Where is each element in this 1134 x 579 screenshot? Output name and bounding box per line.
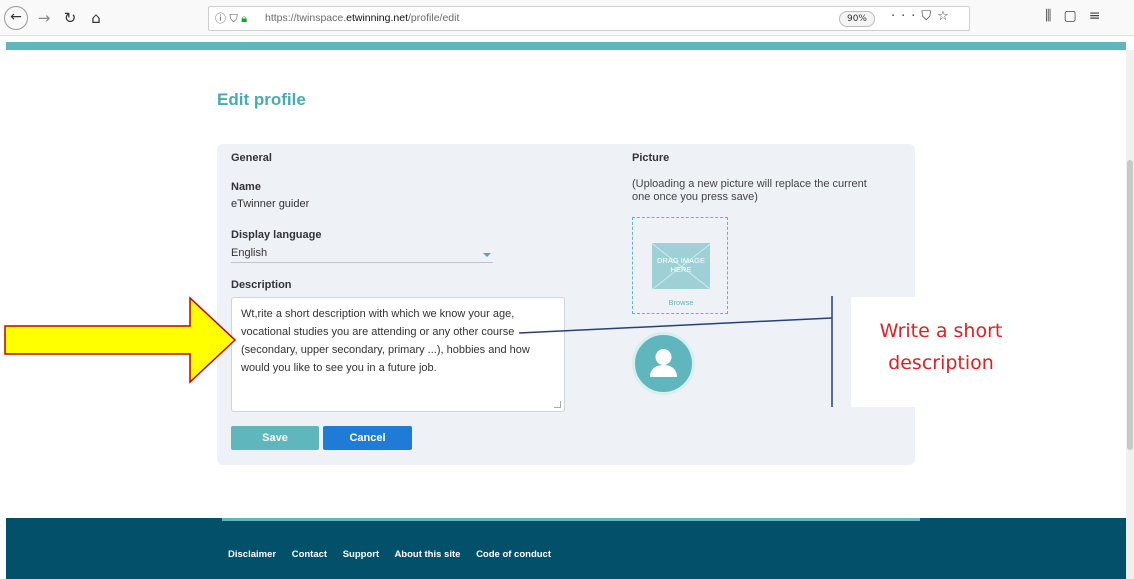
toolbar-right-tools: ⫼▢≡: [1045, 8, 1112, 24]
browse-link[interactable]: Browse: [633, 298, 729, 307]
page-actions: ···⛉☆: [891, 9, 955, 24]
page-title: Edit profile: [217, 90, 306, 109]
save-button[interactable]: Save: [231, 426, 319, 450]
name-label: Name: [231, 181, 261, 193]
url-prefix: https://twinspace.: [265, 12, 347, 24]
forward-arrow-icon[interactable]: →: [32, 6, 56, 30]
footer-link-code-of-conduct[interactable]: Code of conduct: [476, 549, 551, 560]
yellow-arrow-annotation: [4, 296, 237, 384]
description-text: Wt,rite a short description with which w…: [241, 308, 533, 374]
footer-link-about[interactable]: About this site: [394, 549, 460, 560]
pocket-icon[interactable]: ⛉: [921, 9, 937, 24]
scrollbar-thumb[interactable]: [1127, 160, 1133, 450]
footer-links: Disclaimer Contact Support About this si…: [228, 549, 564, 560]
resize-handle-icon[interactable]: [554, 401, 561, 408]
zoom-level-badge[interactable]: 90%: [839, 11, 875, 27]
user-silhouette-icon: [650, 349, 677, 377]
annotation-callout: Write a short description: [851, 297, 1031, 407]
avatar: [632, 332, 695, 395]
picture-heading: Picture: [632, 152, 670, 164]
picture-hint: (Uploading a new picture will replace th…: [632, 178, 867, 203]
lock-icon: 🔒︎: [241, 12, 248, 25]
display-language-select[interactable]: English: [231, 247, 493, 263]
header-strip: [6, 42, 1126, 50]
footer-link-support[interactable]: Support: [343, 549, 379, 560]
browser-toolbar: ← → ↻ ⌂ ⓘ ⛉ 🔒︎ https://twinspace.etwinni…: [0, 0, 1134, 36]
address-bar[interactable]: ⓘ ⛉ 🔒︎ https://twinspace.etwinning.net/p…: [208, 6, 970, 31]
url-domain: etwinning.net: [346, 12, 409, 24]
description-label: Description: [231, 279, 292, 291]
info-icon[interactable]: ⓘ: [215, 12, 226, 25]
sidebar-icon[interactable]: ▢: [1063, 8, 1088, 24]
footer-rule: [222, 518, 920, 521]
url-path: /profile/edit: [408, 12, 460, 24]
chevron-down-icon: [483, 253, 491, 257]
more-actions-icon[interactable]: ···: [891, 9, 921, 24]
back-arrow-icon[interactable]: ←: [4, 6, 28, 30]
home-icon[interactable]: ⌂: [84, 6, 108, 30]
library-icon[interactable]: ⫼: [1045, 8, 1063, 24]
footer-link-disclaimer[interactable]: Disclaimer: [228, 549, 276, 560]
display-language-value: English: [231, 247, 268, 259]
site-info-icons[interactable]: ⓘ ⛉ 🔒︎: [215, 10, 247, 26]
footer: Disclaimer Contact Support About this si…: [6, 518, 1126, 579]
image-dropzone[interactable]: DRAG IMAGE HERE Browse: [632, 217, 728, 314]
footer-link-contact[interactable]: Contact: [292, 549, 327, 560]
bookmark-star-icon[interactable]: ☆: [937, 9, 955, 24]
description-textarea[interactable]: Wt,rite a short description with which w…: [231, 297, 565, 412]
hamburger-menu-icon[interactable]: ≡: [1089, 8, 1113, 24]
drop-text: DRAG IMAGE HERE: [657, 256, 705, 274]
name-value: eTwinner guider: [231, 198, 310, 210]
general-heading: General: [231, 152, 272, 164]
display-language-label: Display language: [231, 229, 322, 241]
url-text[interactable]: https://twinspace.etwinning.net/profile/…: [265, 12, 459, 24]
reload-icon[interactable]: ↻: [58, 6, 82, 30]
tracking-shield-icon[interactable]: ⛉: [230, 12, 238, 25]
callout-text: Write a short description: [879, 320, 1003, 374]
cancel-button[interactable]: Cancel: [323, 426, 412, 450]
